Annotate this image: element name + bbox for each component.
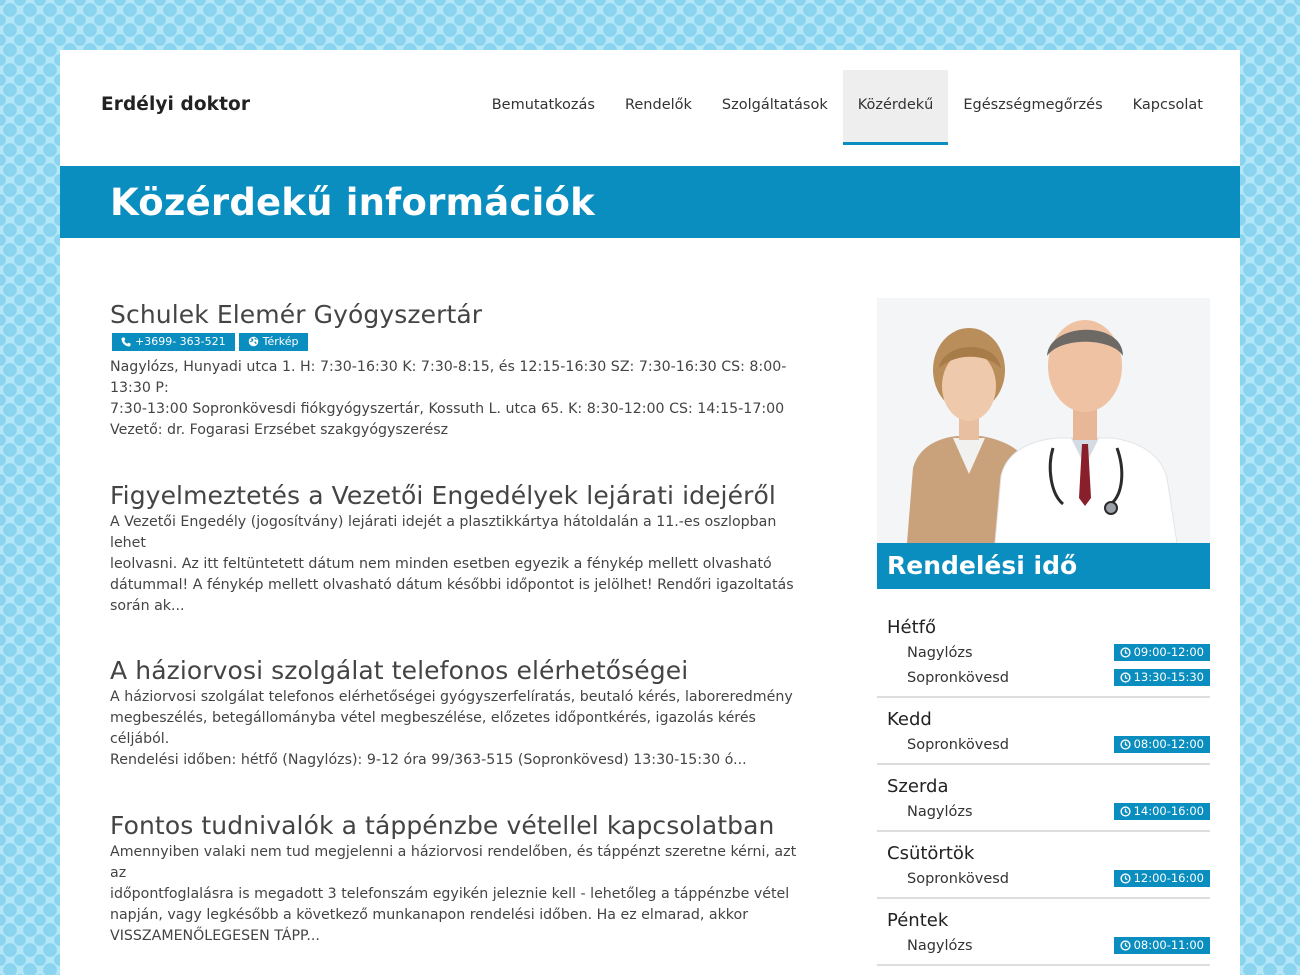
- excerpt-line: megbeszélés, betegállományba vétel megbe…: [110, 710, 756, 747]
- time-badge: 13:30-15:30: [1113, 669, 1210, 686]
- time-badge: 09:00-12:00: [1113, 644, 1210, 661]
- schedule-day: Hétfő Nagylózs 09:00-12:00 Sopronkövesd …: [877, 616, 1210, 698]
- clock-icon: [1119, 646, 1131, 658]
- time-value: 13:30-15:30: [1133, 670, 1204, 684]
- time-value: 09:00-12:00: [1133, 645, 1204, 659]
- phone-number: +3699- 363-521: [135, 335, 226, 348]
- globe-icon: [248, 336, 258, 347]
- article-excerpt: Amennyiben valaki nem tud megjelenni a h…: [110, 842, 810, 947]
- excerpt-line: Rendelési időben: hétfő (Nagylózs): 9-12…: [110, 752, 747, 768]
- page-container: Erdélyi doktor Bemutatkozás Rendelők Szo…: [60, 50, 1240, 975]
- nav-item-kozerdeku[interactable]: Közérdekű: [842, 70, 949, 145]
- clock-icon: [1119, 805, 1131, 817]
- nav-item-bemutatkozas[interactable]: Bemutatkozás: [477, 70, 610, 145]
- site-brand[interactable]: Erdélyi doktor: [101, 94, 250, 115]
- time-badge: 14:00-16:00: [1113, 803, 1210, 820]
- excerpt-line: leolvasni. Az itt feltüntetett dátum nem…: [110, 556, 772, 572]
- article-excerpt: Nagylózs, Hunyadi utca 1. H: 7:30-16:30 …: [110, 357, 810, 441]
- time-badge: 08:00-12:00: [1113, 736, 1210, 753]
- article-title[interactable]: Schulek Elemér Gyógyszertár: [110, 300, 810, 329]
- location-name: Nagylózs: [907, 803, 973, 820]
- article-item: Fontos tudnivalók a táppénzbe vétellel k…: [110, 811, 810, 947]
- time-value: 08:00-11:00: [1133, 938, 1204, 952]
- schedule-entry: Sopronkövesd 08:00-12:00: [877, 732, 1210, 757]
- main-nav: Bemutatkozás Rendelők Szolgáltatások Köz…: [477, 70, 1218, 145]
- clock-icon: [1119, 738, 1131, 750]
- phone-button[interactable]: +3699- 363-521: [112, 333, 235, 351]
- nav-item-szolgaltatasok[interactable]: Szolgáltatások: [707, 70, 843, 145]
- article-excerpt: A háziorvosi szolgálat telefonos elérhet…: [110, 687, 810, 771]
- excerpt-line: 7:30-13:00 Sopronkövesdi fiókgyógyszertá…: [110, 401, 785, 417]
- map-label: Térkép: [262, 335, 299, 348]
- schedule-entry: Nagylózs 08:00-11:00: [877, 933, 1210, 958]
- location-name: Sopronkövesd: [907, 870, 1009, 887]
- page-hero: Közérdekű információk: [60, 166, 1240, 238]
- schedule-entry: Nagylózs 09:00-12:00: [877, 640, 1210, 665]
- schedule-entry: Nagylózs 14:00-16:00: [877, 799, 1210, 824]
- schedule-day: Péntek Nagylózs 08:00-11:00: [877, 909, 1210, 966]
- excerpt-line: időpontfoglalásra is megadott 3 telefons…: [110, 886, 790, 902]
- schedule-list: Hétfő Nagylózs 09:00-12:00 Sopronkövesd …: [877, 616, 1210, 966]
- article-title[interactable]: A háziorvosi szolgálat telefonos elérhet…: [110, 656, 810, 685]
- article-item: A háziorvosi szolgálat telefonos elérhet…: [110, 656, 810, 771]
- schedule-entry: Sopronkövesd 12:00-16:00: [877, 866, 1210, 891]
- schedule-day: Kedd Sopronkövesd 08:00-12:00: [877, 708, 1210, 765]
- clock-icon: [1119, 872, 1131, 884]
- excerpt-line: során ak...: [110, 598, 185, 614]
- page-title: Közérdekű információk: [110, 180, 595, 224]
- schedule-entry: Sopronkövesd 13:30-15:30: [877, 665, 1210, 690]
- time-badge: 12:00-16:00: [1113, 870, 1210, 887]
- day-name: Péntek: [887, 910, 949, 931]
- excerpt-line: A Vezetői Engedély (jogosítvány) lejárat…: [110, 514, 777, 551]
- nav-item-rendelok[interactable]: Rendelők: [610, 70, 707, 145]
- doctors-photo: [877, 298, 1210, 543]
- location-name: Nagylózs: [907, 937, 973, 954]
- clock-icon: [1119, 939, 1131, 951]
- article-title[interactable]: Fontos tudnivalók a táppénzbe vétellel k…: [110, 811, 810, 840]
- excerpt-line: VISSZAMENŐLEGESEN TÁPP...: [110, 928, 320, 944]
- excerpt-line: A háziorvosi szolgálat telefonos elérhet…: [110, 689, 793, 705]
- schedule-day: Csütörtök Sopronkövesd 12:00-16:00: [877, 842, 1210, 899]
- location-name: Nagylózs: [907, 644, 973, 661]
- nav-item-egeszsegmegorzes[interactable]: Egészségmegőrzés: [948, 70, 1117, 145]
- day-name: Hétfő: [887, 617, 937, 638]
- excerpt-line: napján, vagy legkésőbb a következő munka…: [110, 907, 749, 923]
- nav-item-kapcsolat[interactable]: Kapcsolat: [1118, 70, 1218, 145]
- location-name: Sopronkövesd: [907, 669, 1009, 686]
- opening-hours-sidebar: Rendelési idő Hétfő Nagylózs 09:00-12:00…: [877, 298, 1210, 975]
- day-name: Kedd: [887, 709, 932, 730]
- day-name: Csütörtök: [887, 843, 975, 864]
- excerpt-line: Amennyiben valaki nem tud megjelenni a h…: [110, 844, 797, 881]
- day-name: Szerda: [887, 776, 949, 797]
- excerpt-line: Vezető: dr. Fogarasi Erzsébet szakgyógys…: [110, 422, 449, 438]
- clock-icon: [1119, 671, 1131, 683]
- article-item: Schulek Elemér Gyógyszertár +3699- 363-5…: [110, 300, 810, 441]
- article-item: Figyelmeztetés a Vezetői Engedélyek lejá…: [110, 481, 810, 617]
- phone-icon: [121, 337, 131, 346]
- time-badge: 08:00-11:00: [1113, 937, 1210, 954]
- time-value: 12:00-16:00: [1133, 871, 1204, 885]
- schedule-day: Szerda Nagylózs 14:00-16:00: [877, 775, 1210, 832]
- article-excerpt: A Vezetői Engedély (jogosítvány) lejárat…: [110, 512, 810, 617]
- time-value: 08:00-12:00: [1133, 737, 1204, 751]
- map-button[interactable]: Térkép: [238, 333, 308, 351]
- time-value: 14:00-16:00: [1133, 804, 1204, 818]
- contact-pills: +3699- 363-521 Térkép: [112, 333, 810, 351]
- site-header: Erdélyi doktor Bemutatkozás Rendelők Szo…: [60, 50, 1240, 166]
- article-title[interactable]: Figyelmeztetés a Vezetői Engedélyek lejá…: [110, 481, 810, 510]
- excerpt-line: dátummal! A fénykép mellett olvasható dá…: [110, 577, 794, 593]
- excerpt-line: Nagylózs, Hunyadi utca 1. H: 7:30-16:30 …: [110, 359, 787, 396]
- location-name: Sopronkövesd: [907, 736, 1009, 753]
- sidebar-title: Rendelési idő: [877, 542, 1210, 589]
